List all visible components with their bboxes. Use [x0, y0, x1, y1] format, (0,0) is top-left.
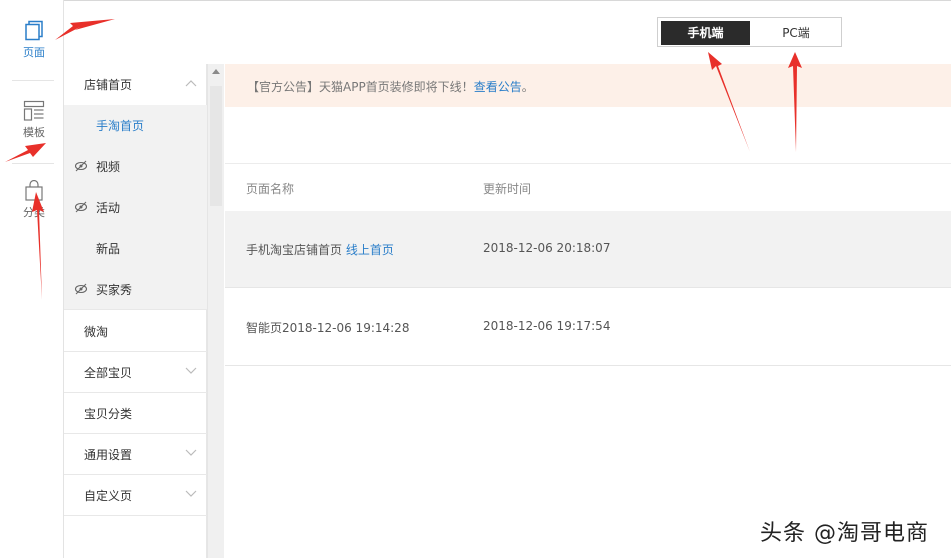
- scroll-up-arrow-icon[interactable]: [212, 69, 220, 74]
- nav-item-product-categories[interactable]: 宝贝分类: [64, 393, 207, 434]
- mobile-tab-button[interactable]: 手机端: [661, 21, 750, 45]
- nav-item-mobile-home[interactable]: 手淘首页: [64, 105, 207, 146]
- announcement-suffix: 。: [521, 80, 534, 94]
- nav-item-label: 自定义页: [84, 488, 133, 503]
- online-home-link[interactable]: 线上首页: [346, 243, 394, 257]
- device-toggle: 手机端 PC端: [657, 17, 842, 47]
- top-divider: [0, 0, 951, 1]
- page-icon: [25, 20, 43, 41]
- rail-item-label: 页面: [23, 46, 45, 59]
- left-rail: 页面 模板 分类: [0, 0, 64, 558]
- table-row[interactable]: 手机淘宝店铺首页 线上首页 2018-12-06 20:18:07: [225, 211, 951, 288]
- page-nav: 店铺首页 手淘首页 视频 活动 新品 买家秀 微淘 全部宝贝 宝贝分类 通用设置…: [64, 64, 207, 558]
- column-header-updated-time: 更新时间: [483, 182, 532, 196]
- nav-item-label: 全部宝贝: [84, 365, 133, 380]
- nav-item-video[interactable]: 视频: [64, 146, 207, 187]
- nav-item-label: 手淘首页: [96, 119, 145, 133]
- nav-item-general-settings[interactable]: 通用设置: [64, 434, 207, 475]
- nav-item-label: 买家秀: [96, 282, 133, 297]
- column-header-page-name: 页面名称: [246, 182, 295, 196]
- chevron-down-icon: [185, 367, 197, 374]
- category-bag-icon: [25, 180, 43, 201]
- nav-item-activity[interactable]: 活动: [64, 187, 207, 228]
- pages-table-header: 页面名称 更新时间: [225, 163, 951, 211]
- view-announcement-link[interactable]: 查看公告: [474, 80, 522, 94]
- rail-divider: [12, 80, 54, 81]
- chevron-down-icon: [185, 449, 197, 456]
- page-name-cell: 手机淘宝店铺首页 线上首页: [246, 241, 394, 258]
- nav-item-label: 新品: [96, 242, 121, 256]
- rail-divider: [12, 163, 54, 164]
- template-icon: [23, 100, 45, 121]
- nav-item-label: 通用设置: [84, 447, 133, 462]
- rail-item-label: 模板: [23, 126, 45, 139]
- hidden-eye-icon: [74, 283, 88, 295]
- hidden-eye-icon: [74, 201, 88, 213]
- rail-item-page[interactable]: 页面: [12, 20, 56, 84]
- watermark-text: 头条 @淘哥电商: [760, 521, 929, 546]
- chevron-down-icon: [185, 490, 197, 497]
- rail-item-template[interactable]: 模板: [12, 100, 56, 164]
- nav-item-label: 活动: [96, 201, 121, 215]
- pc-tab-button[interactable]: PC端: [753, 21, 839, 45]
- nav-scrollbar[interactable]: [207, 64, 224, 558]
- scrollbar-thumb[interactable]: [210, 86, 222, 206]
- page-name: 手机淘宝店铺首页: [246, 243, 343, 257]
- nav-item-new-arrivals[interactable]: 新品: [64, 228, 207, 269]
- announcement-text: 【官方公告】天猫APP首页装修即将下线！: [247, 80, 474, 94]
- nav-item-all-products[interactable]: 全部宝贝: [64, 352, 207, 393]
- rail-item-label: 分类: [23, 206, 45, 219]
- nav-item-label: 视频: [96, 160, 121, 174]
- announcement-bar: 【官方公告】天猫APP首页装修即将下线！查看公告。: [225, 64, 951, 107]
- nav-item-custom-pages[interactable]: 自定义页: [64, 475, 207, 516]
- nav-item-store-home[interactable]: 店铺首页: [64, 64, 207, 105]
- hidden-eye-icon: [74, 160, 88, 172]
- table-row[interactable]: 智能页2018-12-06 19:14:28 2018-12-06 19:17:…: [225, 289, 951, 366]
- updated-time: 2018-12-06 19:17:54: [483, 319, 611, 333]
- annotation-arrow: [55, 19, 115, 40]
- page-name: 智能页2018-12-06 19:14:28: [246, 321, 410, 335]
- rail-item-category[interactable]: 分类: [12, 180, 56, 244]
- nav-item-label: 店铺首页: [84, 78, 133, 92]
- chevron-up-icon: [185, 80, 197, 87]
- updated-time: 2018-12-06 20:18:07: [483, 241, 611, 255]
- nav-item-label: 微淘: [84, 324, 109, 339]
- nav-item-weitao[interactable]: 微淘: [64, 311, 207, 352]
- nav-item-label: 宝贝分类: [84, 406, 133, 421]
- nav-item-buyer-show[interactable]: 买家秀: [64, 269, 207, 310]
